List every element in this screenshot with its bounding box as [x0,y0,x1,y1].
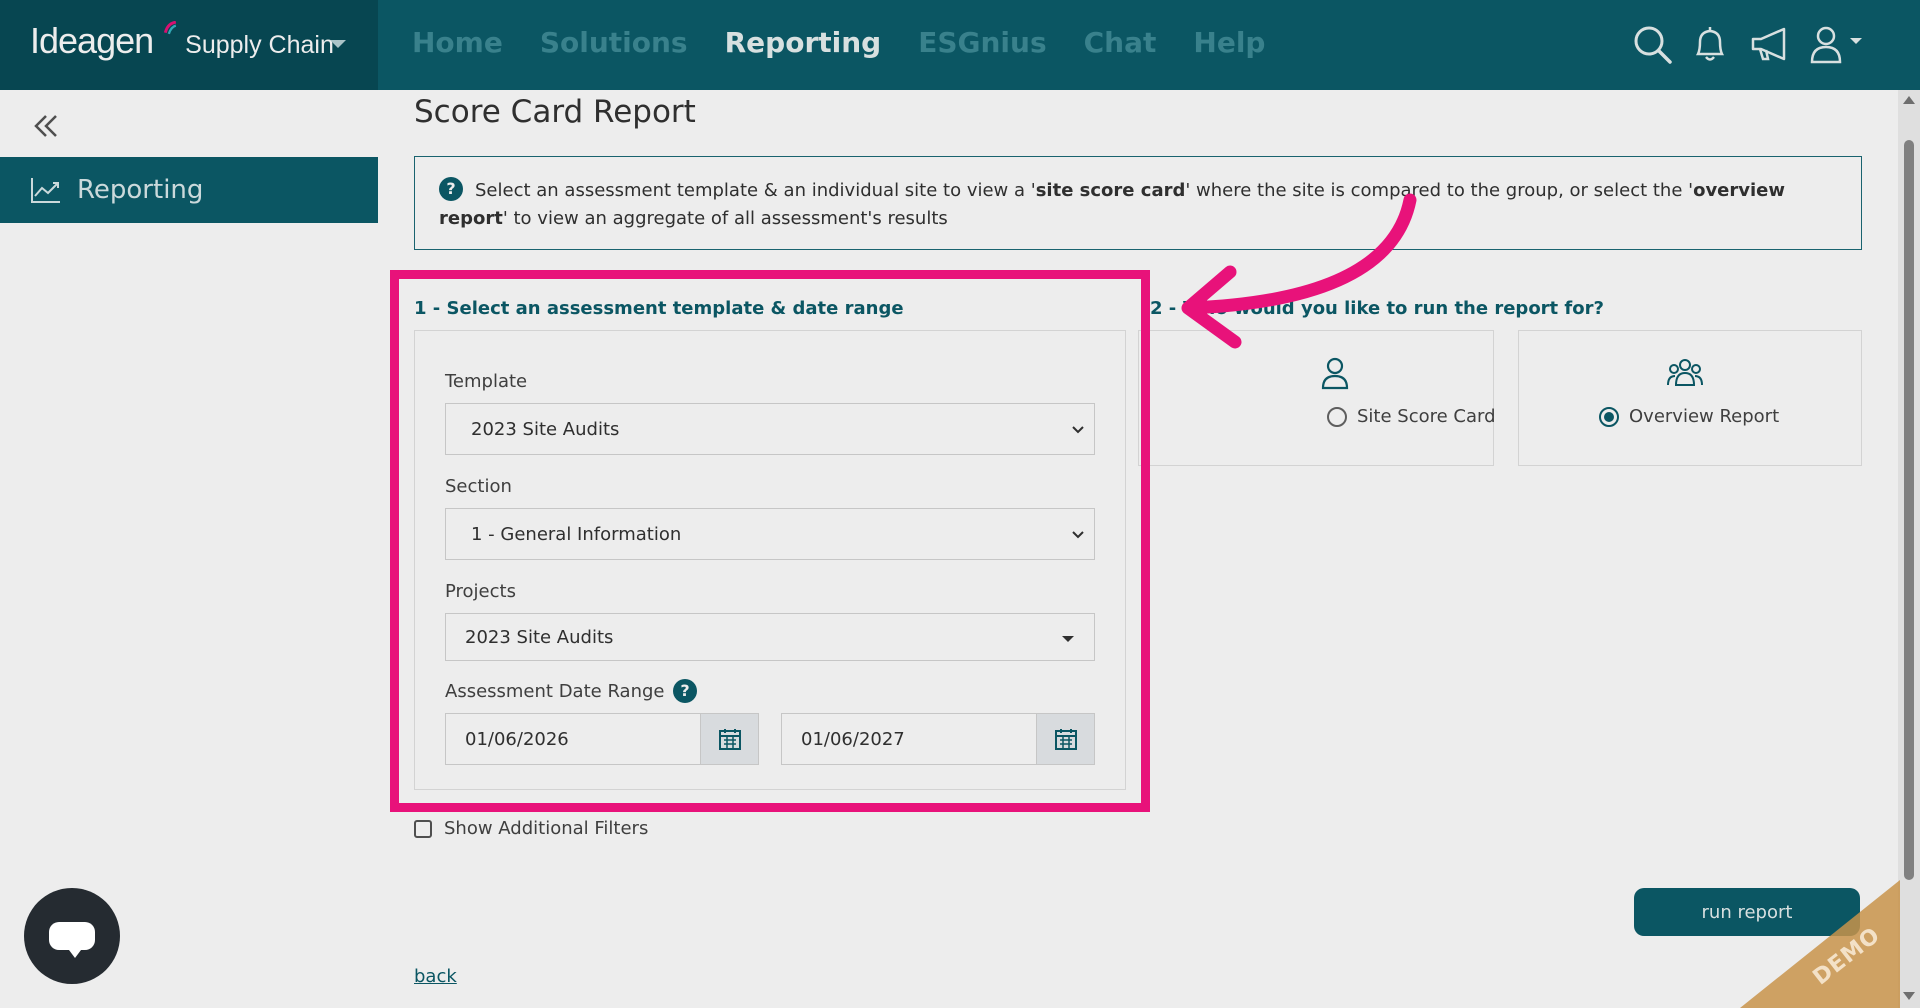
bell-icon[interactable] [1688,22,1732,66]
sidebar: Reporting [0,90,378,1008]
company-logo: Ideagen Supply Chain [30,20,334,62]
sidebar-item-reporting[interactable]: Reporting [0,157,378,223]
page-title: Score Card Report [414,94,696,130]
option-label: Overview Report [1629,406,1780,427]
logo-text: Ideagen [30,20,154,61]
megaphone-icon[interactable] [1748,22,1792,66]
info-text-part: ' to view an aggregate of all assessment… [502,208,948,229]
calendar-button[interactable] [700,714,758,764]
annotation-arrow-icon [1181,193,1417,349]
scroll-up-icon[interactable] [1903,96,1915,104]
nav-reporting[interactable]: Reporting [725,26,882,59]
chevron-down-icon [1072,531,1084,539]
additional-filters-checkbox[interactable] [414,819,432,838]
group-icon [1667,359,1703,386]
demo-ribbon: DEMO [1740,880,1900,1008]
chevron-down-icon[interactable] [330,40,346,48]
option-overview-report[interactable]: Overview Report [1518,330,1862,466]
nav-home[interactable]: Home [412,26,503,59]
chat-bubble-icon [49,922,95,958]
brand-switcher[interactable]: Ideagen Supply Chain [0,0,378,90]
calendar-button[interactable] [1036,714,1094,764]
back-link[interactable]: back [414,966,457,987]
help-icon[interactable]: ? [673,679,697,703]
step1-heading: 1 - Select an assessment template & date… [414,298,904,319]
scrollbar[interactable] [1898,90,1920,1008]
date-to-input[interactable]: 01/06/2027 [781,713,1095,765]
option-label: Site Score Card [1357,406,1496,427]
product-name: Supply Chain [185,31,334,59]
main-content: Score Card Report ? Select an assessment… [378,90,1898,1008]
template-label: Template [445,371,528,392]
date-from-input[interactable]: 01/06/2026 [445,713,759,765]
main-nav: Home Solutions Reporting ESGnius Chat He… [412,26,1302,59]
projects-select[interactable]: 2023 Site Audits [445,613,1095,661]
nav-chat[interactable]: Chat [1084,26,1157,59]
overview-report-radio[interactable] [1599,406,1619,427]
search-icon[interactable] [1630,22,1674,66]
chat-widget-button[interactable] [24,888,120,984]
logo-mark-icon [164,21,177,35]
step1-card: Template 2023 Site Audits Section 1 - Ge… [414,330,1126,790]
date-range-label: Assessment Date Range [445,681,665,702]
calendar-icon [1054,729,1077,750]
projects-value: 2023 Site Audits [465,626,614,648]
additional-filters-toggle[interactable]: Show Additional Filters [414,818,648,839]
calendar-icon [718,729,741,750]
section-select[interactable]: 1 - General Information [445,508,1095,560]
date-from-value: 01/06/2026 [465,728,569,750]
chevron-down-icon [1072,426,1084,434]
chart-line-icon [31,178,60,203]
info-box: ? Select an assessment template & an ind… [414,156,1862,250]
section-value: 1 - General Information [471,523,682,545]
date-to-value: 01/06/2027 [801,728,905,750]
nav-solutions[interactable]: Solutions [540,26,688,59]
caret-down-icon [1062,636,1074,642]
info-text-part: Select an assessment template & an indiv… [475,180,1036,201]
site-score-card-radio[interactable] [1327,406,1347,427]
additional-filters-label: Show Additional Filters [444,818,649,839]
projects-label: Projects [445,581,516,602]
collapse-sidebar-icon[interactable] [30,110,62,142]
section-label: Section [445,476,512,497]
user-icon[interactable] [1808,22,1872,66]
nav-esgnius[interactable]: ESGnius [918,26,1046,59]
template-select[interactable]: 2023 Site Audits [445,403,1095,455]
template-value: 2023 Site Audits [471,418,620,440]
top-navigation-bar: Ideagen Supply Chain Home Solutions Repo… [0,0,1920,90]
sidebar-item-label: Reporting [77,175,204,205]
info-text: Select an assessment template & an indiv… [439,177,1839,233]
scroll-down-icon[interactable] [1903,992,1915,1000]
scroll-thumb[interactable] [1904,140,1914,880]
nav-help[interactable]: Help [1193,26,1265,59]
